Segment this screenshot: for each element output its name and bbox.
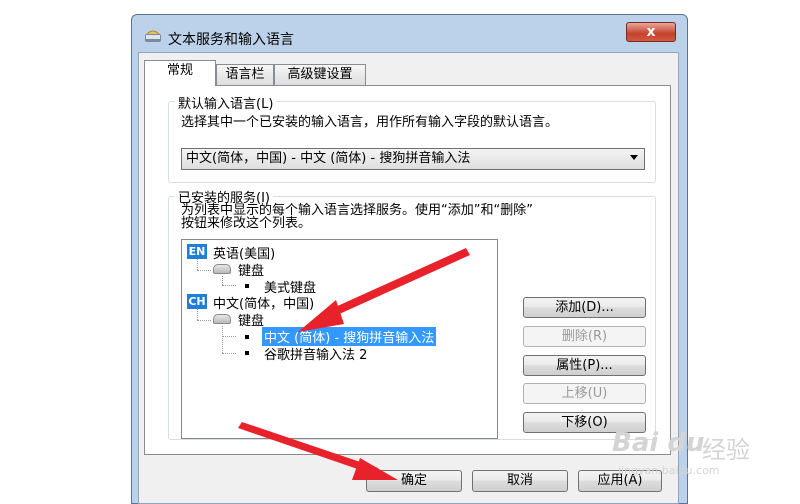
annotation-arrows [238, 248, 470, 480]
tab-general[interactable]: 常规 [144, 60, 216, 86]
arrow-to-selected-item [298, 248, 470, 332]
arrow-to-ok-button [238, 422, 398, 480]
tab-general-label: 常规 [166, 63, 193, 78]
